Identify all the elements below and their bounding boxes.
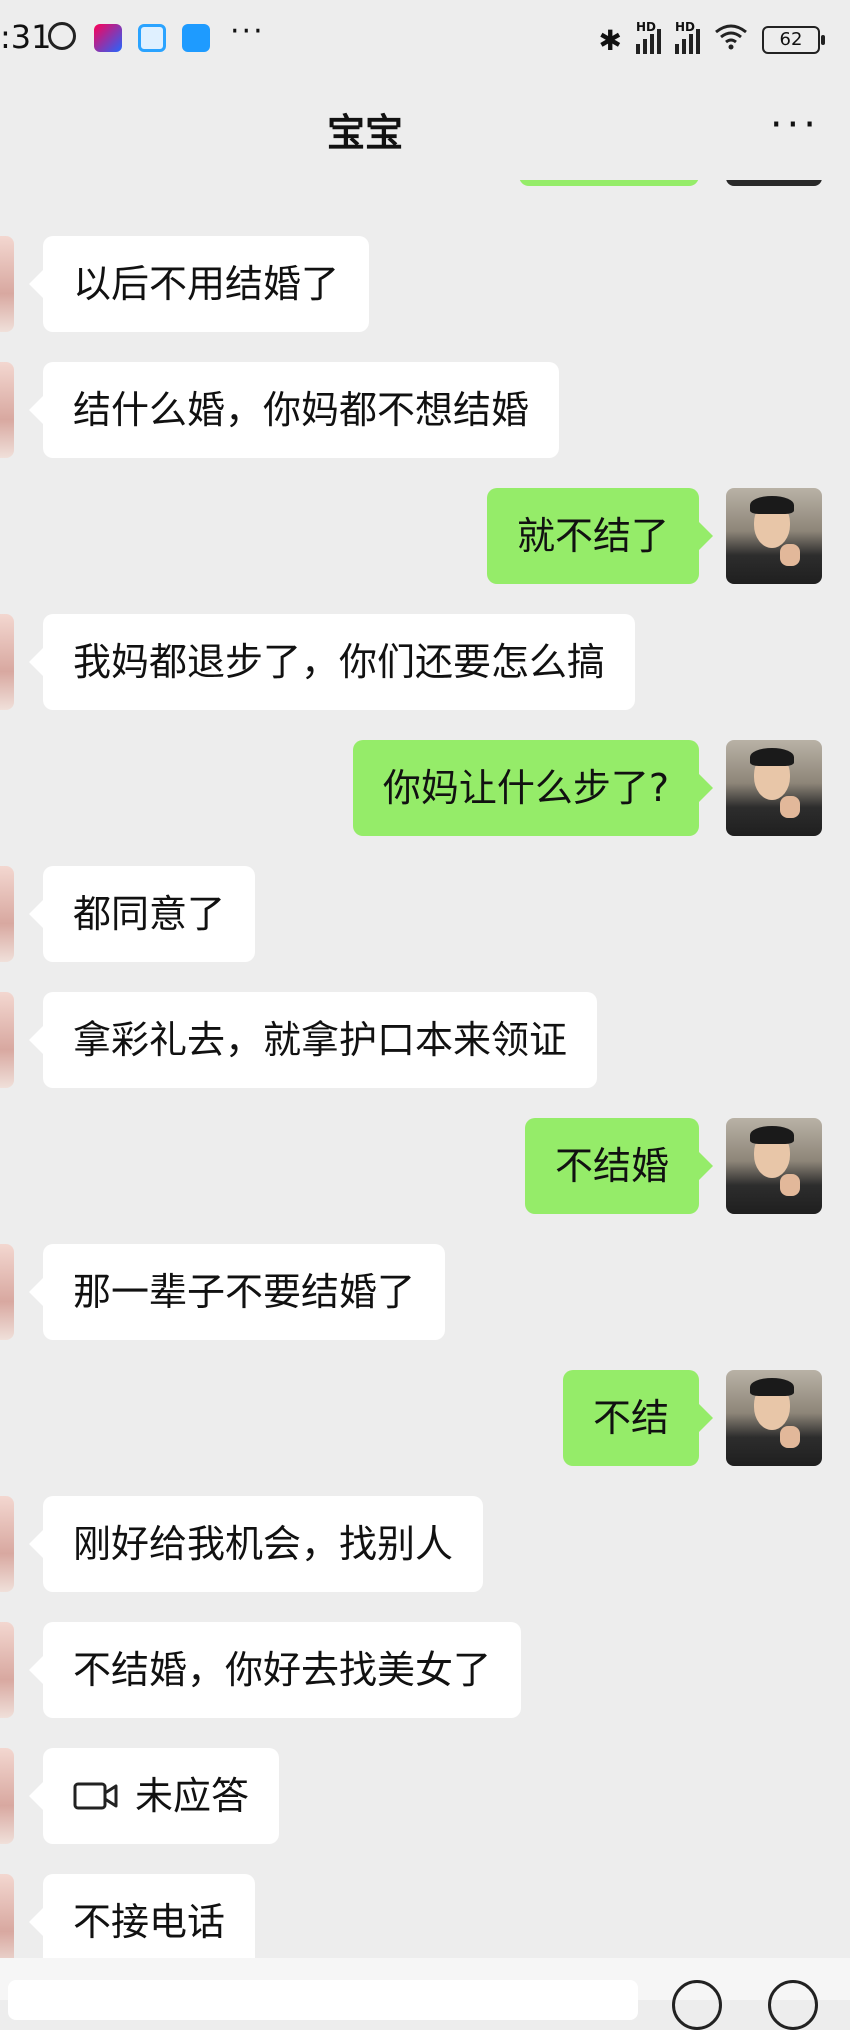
alarm-icon <box>48 22 76 50</box>
message-bubble[interactable]: 不结 <box>562 1370 714 1466</box>
message-bubble[interactable]: 不结婚，你好去找美女了 <box>28 1622 522 1718</box>
more-notifications-icon: ··· <box>230 14 265 49</box>
status-time: :31 <box>0 18 52 56</box>
message-bubble[interactable]: 不接电话 <box>28 1874 256 1960</box>
battery-icon: 62 <box>762 26 825 54</box>
partial-avatar <box>726 180 822 186</box>
my-avatar[interactable] <box>726 488 822 584</box>
contact-avatar[interactable] <box>0 1496 14 1592</box>
message-bubble[interactable]: 你妈让什么步了? <box>352 740 714 836</box>
contact-avatar[interactable] <box>0 614 14 710</box>
message-row: 不结婚 <box>0 1118 850 1214</box>
contact-avatar[interactable] <box>0 1244 14 1340</box>
message-row: 结什么婚，你妈都不想结婚 <box>0 362 850 458</box>
message-row: 以后不用结婚了 <box>0 236 850 332</box>
chat-title: 宝宝 <box>326 111 403 155</box>
signal-1-label: HD <box>636 20 657 34</box>
message-row: 我妈都退步了，你们还要怎么搞 <box>0 614 850 710</box>
message-row: 拿彩礼去，就拿护口本来领证 <box>0 992 850 1088</box>
missed-video-call-bubble[interactable]: 未应答 <box>28 1748 280 1844</box>
wifi-icon <box>714 22 748 58</box>
message-row: 你妈让什么步了? <box>0 740 850 836</box>
signal-icon-2: HD <box>675 20 700 54</box>
status-bar: :31 ··· ✱ HD HD 62 <box>0 0 850 80</box>
contact-avatar[interactable] <box>0 362 14 458</box>
video-call-icon <box>73 1782 118 1809</box>
message-input[interactable] <box>8 1980 638 2020</box>
message-bubble[interactable]: 拿彩礼去，就拿护口本来领证 <box>28 992 598 1088</box>
message-row: 都同意了 <box>0 866 850 962</box>
message-bubble[interactable]: 我妈都退步了，你们还要怎么搞 <box>28 614 636 710</box>
message-row: 不接电话 <box>0 1874 850 1960</box>
chat-messages[interactable]: 以后不用结婚了 结什么婚，你妈都不想结婚 就不结了 我妈都退步了，你们还要怎么搞… <box>0 180 850 1960</box>
message-bubble[interactable]: 以后不用结婚了 <box>28 236 370 332</box>
my-avatar[interactable] <box>726 740 822 836</box>
my-avatar[interactable] <box>726 1118 822 1214</box>
chat-header: 宝宝 ··· <box>0 80 850 180</box>
message-bubble[interactable]: 结什么婚，你妈都不想结婚 <box>28 362 560 458</box>
message-row: 不结婚，你好去找美女了 <box>0 1622 850 1718</box>
message-row: 不结 <box>0 1370 850 1466</box>
message-bubble[interactable]: 不结婚 <box>524 1118 714 1214</box>
message-row: 就不结了 <box>0 488 850 584</box>
signal-icon-1: HD <box>636 20 661 54</box>
message-bubble[interactable]: 那一辈子不要结婚了 <box>28 1244 446 1340</box>
bluetooth-icon: ✱ <box>598 23 622 57</box>
contact-avatar[interactable] <box>0 236 14 332</box>
message-app-icon <box>182 24 210 52</box>
message-bubble[interactable]: 都同意了 <box>28 866 256 962</box>
contact-avatar[interactable] <box>0 992 14 1088</box>
contact-avatar[interactable] <box>0 1874 14 1960</box>
my-avatar[interactable] <box>726 1370 822 1466</box>
message-row: 未应答 <box>0 1748 850 1844</box>
signal-2-label: HD <box>675 20 696 34</box>
partial-outgoing-bubble <box>519 180 699 186</box>
contact-avatar[interactable] <box>0 1748 14 1844</box>
emoji-button[interactable] <box>672 1980 722 2030</box>
contact-avatar[interactable] <box>0 866 14 962</box>
missed-call-label: 未应答 <box>135 1774 250 1818</box>
input-bar <box>0 1958 850 2030</box>
message-bubble[interactable]: 刚好给我机会，找别人 <box>28 1496 484 1592</box>
browser-app-icon <box>138 24 166 52</box>
message-row: 那一辈子不要结婚了 <box>0 1244 850 1340</box>
message-bubble[interactable]: 就不结了 <box>486 488 714 584</box>
message-row: 刚好给我机会，找别人 <box>0 1496 850 1592</box>
add-button[interactable] <box>768 1980 818 2030</box>
video-app-icon <box>94 24 122 52</box>
more-options-button[interactable]: ··· <box>770 102 820 148</box>
contact-avatar[interactable] <box>0 1622 14 1718</box>
